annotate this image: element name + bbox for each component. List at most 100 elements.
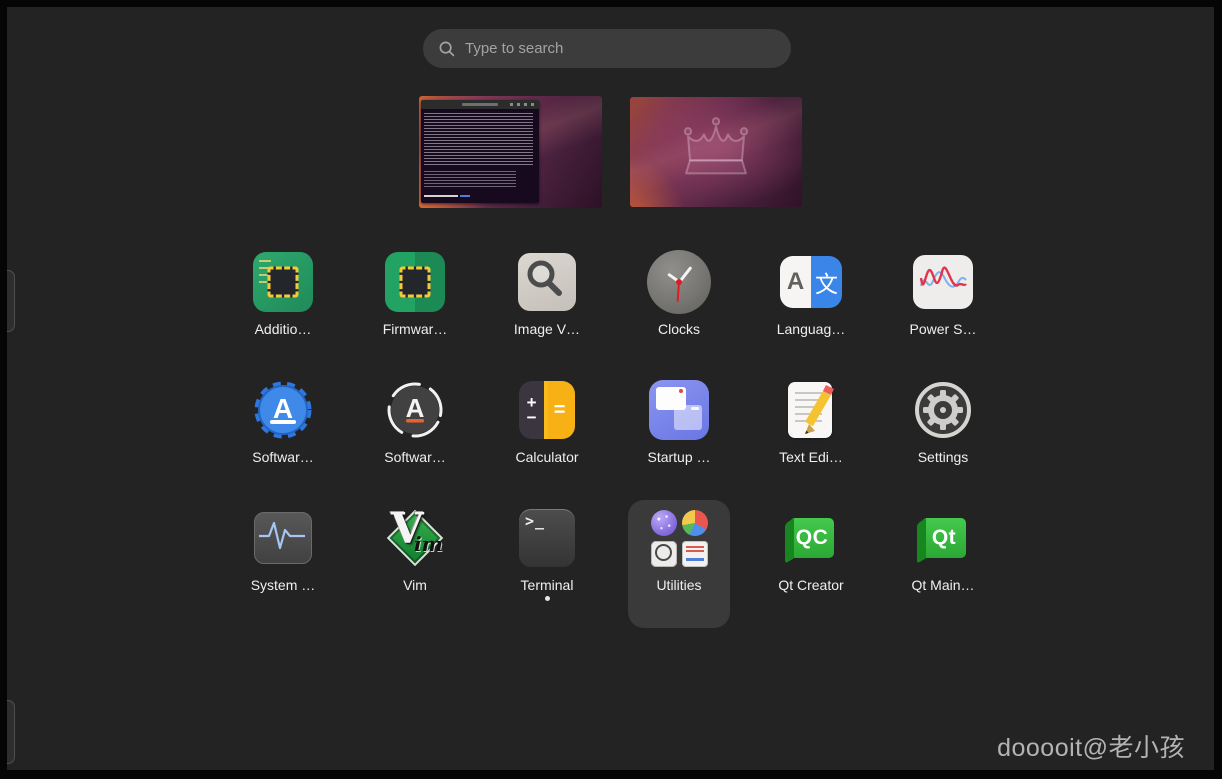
app-software-store[interactable]: A Softwar… [232, 372, 334, 500]
image-viewer-icon [515, 250, 579, 314]
settings-icon [911, 378, 975, 442]
app-software-updater[interactable]: A Softwar… [364, 372, 466, 500]
search-placeholder: Type to search [465, 40, 564, 57]
crown-emblem [683, 117, 749, 175]
app-label: Softwar… [252, 449, 314, 465]
app-settings[interactable]: Settings [892, 372, 994, 500]
app-folder-utilities[interactable]: Utilities [628, 500, 730, 628]
qt-creator-icon: QC [779, 506, 843, 570]
additional-drivers-icon [251, 250, 315, 314]
calculator-icon: + − = [515, 378, 579, 442]
window-title-blur [462, 103, 498, 106]
app-label: Softwar… [384, 449, 446, 465]
app-language-support[interactable]: A 文 Languag… [760, 244, 862, 372]
loupe-mini-icon [650, 540, 677, 567]
workspace-thumbnail-2[interactable] [630, 97, 802, 207]
terminal-icon: >_ [515, 506, 579, 570]
pencil-glyph [805, 384, 835, 434]
utilities-folder-icon [647, 506, 711, 570]
gnome-overview-screen: Type to search Additio… Firmwar… Image V… [0, 0, 1222, 779]
equals-glyph: = [544, 381, 575, 439]
app-label: Startup … [647, 449, 711, 465]
app-image-viewer[interactable]: Image V… [496, 244, 598, 372]
chip-glyph [399, 266, 431, 298]
app-label: Qt Creator [778, 577, 844, 593]
gear-a-glyph: A [254, 381, 312, 439]
app-text-editor[interactable]: Text Edi… [760, 372, 862, 500]
app-qt-creator[interactable]: QC Qt Creator [760, 500, 862, 628]
search-bar[interactable]: Type to search [423, 29, 791, 68]
overview-background: Type to search Additio… Firmwar… Image V… [7, 7, 1214, 770]
disk-usage-mini-icon [650, 509, 677, 536]
clocks-icon [647, 250, 711, 314]
qt-badge: Qt [922, 518, 966, 558]
system-monitor-icon [251, 506, 315, 570]
latin-letter: A [780, 256, 811, 308]
app-label: Firmwar… [382, 321, 448, 337]
app-label: Languag… [776, 321, 846, 337]
app-power-statistics[interactable]: Power S… [892, 244, 994, 372]
terminal-text-block [424, 171, 517, 189]
app-terminal[interactable]: >_ Terminal [496, 500, 598, 628]
gear-glyph [915, 382, 971, 438]
app-firmware-updater[interactable]: Firmwar… [364, 244, 466, 372]
app-additional-drivers[interactable]: Additio… [232, 244, 334, 372]
window-glyph [674, 405, 702, 430]
terminal-body [421, 109, 539, 203]
watermark-text: dooooit@老小孩 [997, 734, 1185, 762]
vim-icon: V im [383, 506, 447, 570]
document-mini-icon [681, 540, 708, 567]
vim-im-letters: im [414, 532, 443, 556]
startup-applications-icon [647, 378, 711, 442]
workspace-thumbnail-1[interactable] [419, 96, 602, 208]
qt-maintenance-icon: Qt [911, 506, 975, 570]
language-support-icon: A 文 [779, 250, 843, 314]
app-label: Text Edi… [779, 449, 843, 465]
svg-text:A: A [273, 393, 293, 424]
app-label: Qt Main… [911, 577, 975, 593]
app-label: Vim [403, 577, 427, 593]
window-titlebar [421, 100, 539, 109]
qt-badge: QC [790, 518, 834, 558]
prompt-glyph: >_ [525, 512, 546, 530]
software-store-icon: A [251, 378, 315, 442]
app-label: Utilities [656, 577, 702, 593]
dashed-ring-a-glyph: A [387, 382, 443, 438]
adjacent-window-peek[interactable] [7, 700, 15, 764]
window-buttons [510, 103, 536, 106]
app-label: Image V… [513, 321, 581, 337]
waveform-glyph [919, 266, 967, 288]
svg-text:A: A [406, 393, 425, 423]
terminal-window-preview [421, 100, 539, 203]
app-startup-applications[interactable]: Startup … [628, 372, 730, 500]
app-label: Terminal [520, 577, 574, 593]
search-icon [439, 41, 455, 56]
app-qt-maintenance[interactable]: Qt Qt Main… [892, 500, 994, 628]
app-label: Additio… [254, 321, 312, 337]
running-indicator [544, 596, 550, 601]
terminal-prompt-line [424, 195, 470, 197]
clock-center [676, 279, 682, 285]
pie-chart-mini-icon [681, 509, 708, 536]
app-label: Power S… [909, 321, 977, 337]
adjacent-window-peek[interactable] [7, 270, 15, 332]
app-label: Clocks [657, 321, 700, 337]
firmware-updater-icon [383, 250, 447, 314]
terminal-text-block [424, 113, 533, 165]
software-updater-icon: A [383, 378, 447, 442]
app-system-monitor[interactable]: System … [232, 500, 334, 628]
app-grid: Additio… Firmwar… Image V… Clocks A 文 La… [217, 244, 1009, 628]
app-label: System … [250, 577, 316, 593]
app-label: Calculator [515, 449, 579, 465]
pulse-glyph [259, 521, 305, 550]
magnifier-glyph [527, 260, 562, 296]
cjk-letter: 文 [811, 256, 842, 308]
app-clocks[interactable]: Clocks [628, 244, 730, 372]
plus-minus-glyph: + − [519, 381, 545, 439]
app-calculator[interactable]: + − = Calculator [496, 372, 598, 500]
power-statistics-icon [911, 250, 975, 314]
text-editor-icon [779, 378, 843, 442]
app-label: Settings [917, 449, 969, 465]
chip-glyph [267, 266, 299, 298]
app-vim[interactable]: V im Vim [364, 500, 466, 628]
